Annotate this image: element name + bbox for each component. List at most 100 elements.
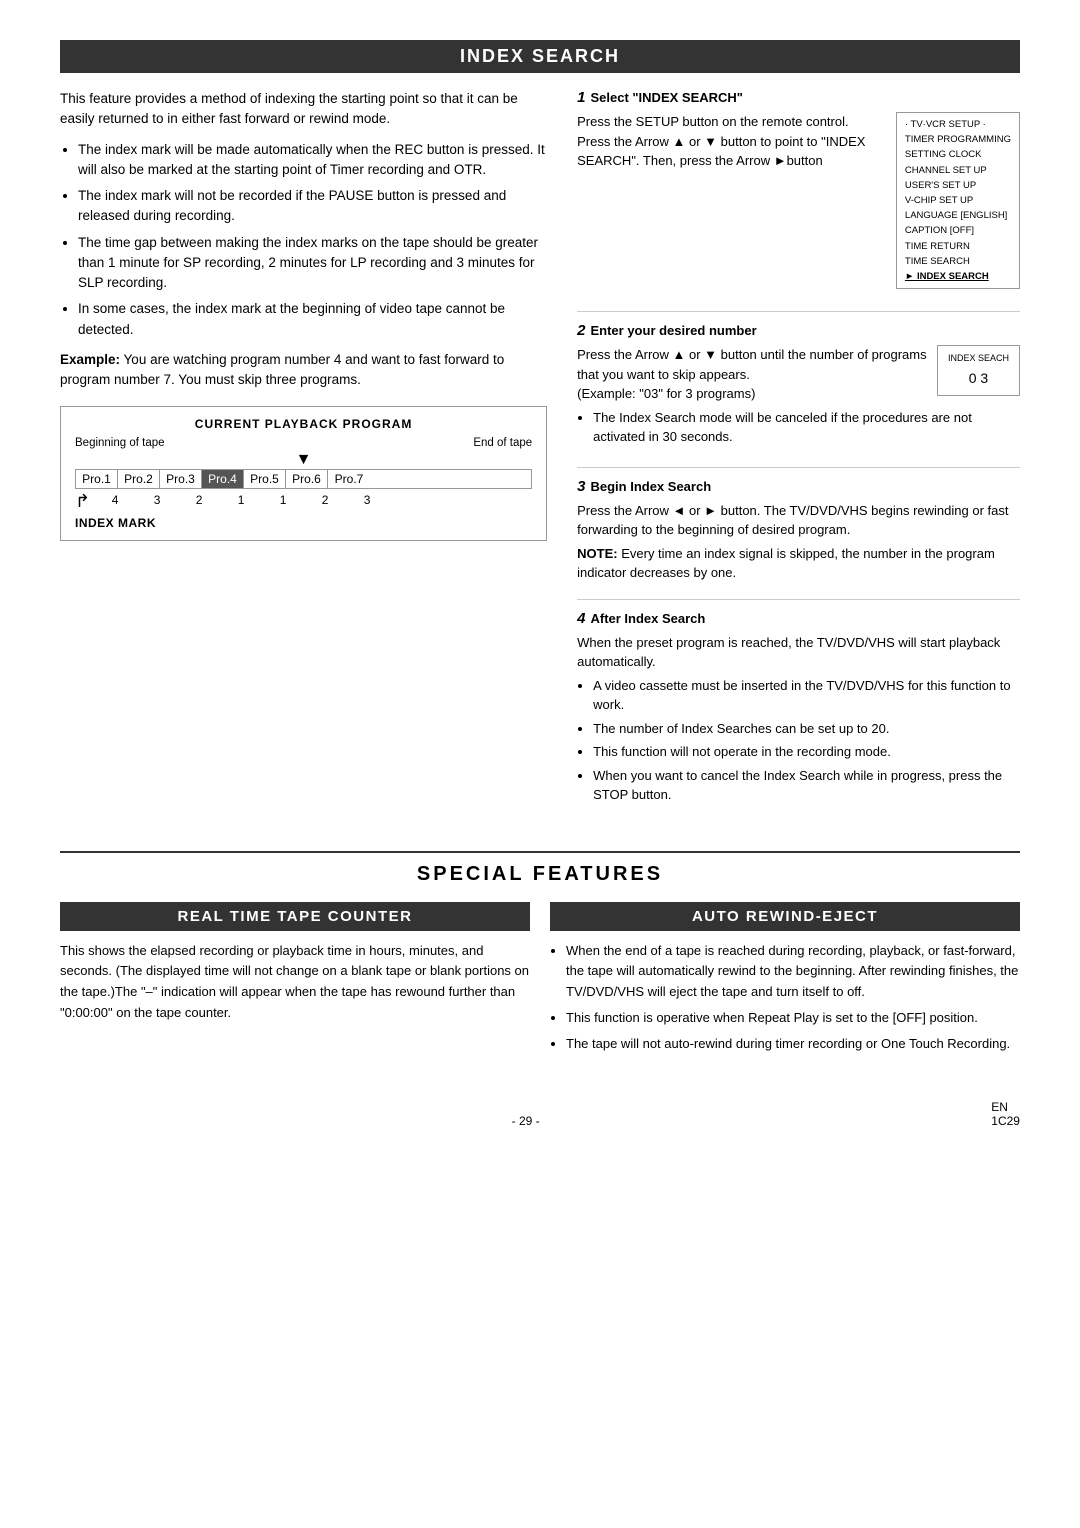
index-mark-label: INDEX MARK bbox=[75, 516, 532, 530]
numbers-row: ↱ 4 3 2 1 1 2 3 bbox=[75, 493, 532, 512]
step-3-title: Begin Index Search bbox=[590, 479, 711, 494]
example-body: You are watching program number 4 and wa… bbox=[60, 352, 504, 387]
auto-rewind-eject: AUTO REWIND-EJECT When the end of a tape… bbox=[550, 902, 1020, 1060]
are-content: When the end of a tape is reached during… bbox=[550, 941, 1020, 1055]
menu-tv-vcr: · TV·VCR SETUP · bbox=[905, 117, 1011, 132]
diagram-box: CURRENT PLAYBACK PROGRAM Beginning of ta… bbox=[60, 406, 547, 541]
step-1-num: 1 bbox=[577, 89, 585, 106]
step-3-header: 3 Begin Index Search bbox=[577, 478, 1020, 495]
step-2-title: Enter your desired number bbox=[590, 323, 756, 338]
prog-7: Pro.7 bbox=[328, 470, 370, 488]
step-4-content: When the preset program is reached, the … bbox=[577, 633, 1020, 805]
bullet-2: The index mark will not be recorded if t… bbox=[78, 186, 547, 227]
step-3-block: 3 Begin Index Search Press the Arrow ◄ o… bbox=[577, 467, 1020, 583]
num-2: 2 bbox=[178, 493, 220, 507]
step-2-bullets: The Index Search mode will be canceled i… bbox=[577, 408, 1020, 447]
num-3b: 3 bbox=[346, 493, 388, 507]
special-features-title: SPECIAL FEATURES bbox=[60, 863, 1020, 886]
index-search-bullets: The index mark will be made automaticall… bbox=[60, 140, 547, 340]
page-footer: - 29 - EN 1C29 bbox=[60, 1100, 1020, 1128]
step-2-header: 2 Enter your desired number bbox=[577, 322, 1020, 339]
index-display-title: INDEX SEACH bbox=[948, 352, 1009, 366]
step-2-block: 2 Enter your desired number INDEX SEACH … bbox=[577, 311, 1020, 451]
programs-row: Pro.1 Pro.2 Pro.3 Pro.4 Pro.5 Pro.6 Pro.… bbox=[75, 469, 532, 489]
num-cells: 4 3 2 1 1 2 3 bbox=[94, 493, 388, 507]
page-number: - 29 - bbox=[512, 1114, 540, 1128]
step-2-bullet-1: The Index Search mode will be canceled i… bbox=[593, 408, 1020, 447]
setup-menu-box: · TV·VCR SETUP · TIMER PROGRAMMING SETTI… bbox=[896, 112, 1020, 289]
index-search-title: INDEX SEARCH bbox=[60, 40, 1020, 73]
menu-caption: CAPTION [OFF] bbox=[905, 223, 1011, 238]
step-4-b2: The number of Index Searches can be set … bbox=[593, 719, 1020, 739]
num-3: 3 bbox=[136, 493, 178, 507]
step-3-content: Press the Arrow ◄ or ► button. The TV/DV… bbox=[577, 501, 1020, 583]
index-search-right-col: 1 Select "INDEX SEARCH" · TV·VCR SETUP ·… bbox=[577, 89, 1020, 821]
menu-language: LANGUAGE [ENGLISH] bbox=[905, 208, 1011, 223]
step-4-block: 4 After Index Search When the preset pro… bbox=[577, 599, 1020, 805]
step-3-note-text: Every time an index signal is skipped, t… bbox=[577, 546, 995, 581]
are-title: AUTO REWIND-EJECT bbox=[550, 902, 1020, 931]
prog-5: Pro.5 bbox=[244, 470, 286, 488]
step-4-b3: This function will not operate in the re… bbox=[593, 742, 1020, 762]
menu-clock: SETTING CLOCK bbox=[905, 147, 1011, 162]
index-search-section: INDEX SEARCH This feature provides a met… bbox=[60, 40, 1020, 821]
bullet-3: The time gap between making the index ma… bbox=[78, 233, 547, 294]
rttc-content: This shows the elapsed recording or play… bbox=[60, 941, 530, 1024]
step-2-num: 2 bbox=[577, 322, 585, 339]
mark-arrow-icon: ↱ bbox=[75, 491, 90, 512]
example-text: Example: You are watching program number… bbox=[60, 350, 547, 391]
step-4-header: 4 After Index Search bbox=[577, 610, 1020, 627]
num-4: 4 bbox=[94, 493, 136, 507]
index-display-box: INDEX SEACH 0 3 bbox=[937, 345, 1020, 396]
rttc-title: REAL TIME TAPE COUNTER bbox=[60, 902, 530, 931]
num-2b: 2 bbox=[304, 493, 346, 507]
prog-2: Pro.2 bbox=[118, 470, 160, 488]
num-1a: 1 bbox=[220, 493, 262, 507]
step-4-bullets: A video cassette must be inserted in the… bbox=[577, 676, 1020, 805]
sf-two-col: REAL TIME TAPE COUNTER This shows the el… bbox=[60, 902, 1020, 1060]
real-time-tape-counter: REAL TIME TAPE COUNTER This shows the el… bbox=[60, 902, 530, 1060]
step-2-content: INDEX SEACH 0 3 Press the Arrow ▲ or ▼ b… bbox=[577, 345, 1020, 451]
menu-timer: TIMER PROGRAMMING bbox=[905, 132, 1011, 147]
step-4-line-1: When the preset program is reached, the … bbox=[577, 633, 1020, 672]
prog-4: Pro.4 bbox=[202, 470, 244, 488]
step-4-title: After Index Search bbox=[590, 611, 705, 626]
prog-3: Pro.3 bbox=[160, 470, 202, 488]
step-3-note: NOTE: Every time an index signal is skip… bbox=[577, 544, 1020, 583]
model-label: 1C29 bbox=[991, 1114, 1020, 1128]
example-label: Example: bbox=[60, 352, 120, 367]
step-4-b4: When you want to cancel the Index Search… bbox=[593, 766, 1020, 805]
step-1-block: 1 Select "INDEX SEARCH" · TV·VCR SETUP ·… bbox=[577, 89, 1020, 295]
prog-1: Pro.1 bbox=[76, 470, 118, 488]
step-1-title: Select "INDEX SEARCH" bbox=[590, 90, 742, 105]
menu-channel: CHANNEL SET UP bbox=[905, 163, 1011, 178]
step-3-main: Press the Arrow ◄ or ► button. The TV/DV… bbox=[577, 501, 1020, 540]
bullet-1: The index mark will be made automaticall… bbox=[78, 140, 547, 181]
special-features-section: SPECIAL FEATURES REAL TIME TAPE COUNTER … bbox=[60, 851, 1020, 1060]
down-arrow-icon: ▼ bbox=[75, 451, 532, 469]
footer-right: EN 1C29 bbox=[991, 1100, 1020, 1128]
tape-row: Beginning of tape End of tape bbox=[75, 437, 532, 449]
num-1b: 1 bbox=[262, 493, 304, 507]
index-display-num: 0 3 bbox=[948, 368, 1009, 389]
step-3-num: 3 bbox=[577, 478, 585, 495]
are-b3: The tape will not auto-rewind during tim… bbox=[566, 1034, 1020, 1055]
menu-time-return: TIME RETURN bbox=[905, 239, 1011, 254]
index-search-intro: This feature provides a method of indexi… bbox=[60, 89, 547, 130]
are-b1: When the end of a tape is reached during… bbox=[566, 941, 1020, 1003]
prog-6: Pro.6 bbox=[286, 470, 328, 488]
step-1-header: 1 Select "INDEX SEARCH" bbox=[577, 89, 1020, 106]
button-to-text: button to bbox=[721, 134, 772, 149]
bullet-4: In some cases, the index mark at the beg… bbox=[78, 299, 547, 340]
step-4-b1: A video cassette must be inserted in the… bbox=[593, 676, 1020, 715]
lang-label: EN bbox=[991, 1100, 1008, 1114]
end-label: End of tape bbox=[473, 437, 532, 449]
index-search-left-col: This feature provides a method of indexi… bbox=[60, 89, 547, 821]
beginning-label: Beginning of tape bbox=[75, 437, 165, 449]
are-b2: This function is operative when Repeat P… bbox=[566, 1008, 1020, 1029]
diagram-title: CURRENT PLAYBACK PROGRAM bbox=[75, 417, 532, 431]
rttc-body: This shows the elapsed recording or play… bbox=[60, 941, 530, 1024]
menu-time-search: TIME SEARCH bbox=[905, 254, 1011, 269]
step-1-content: · TV·VCR SETUP · TIMER PROGRAMMING SETTI… bbox=[577, 112, 1020, 295]
menu-vchip: V-CHIP SET UP bbox=[905, 193, 1011, 208]
